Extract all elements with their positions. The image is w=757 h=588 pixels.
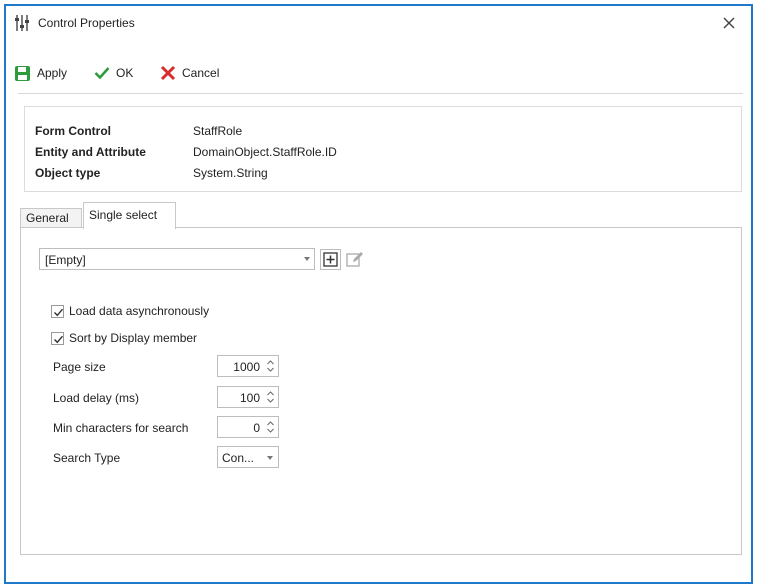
apply-button[interactable]: Apply — [14, 62, 67, 84]
add-data-source-button[interactable] — [320, 249, 341, 270]
data-source-value: [Empty] — [45, 253, 86, 267]
load-delay-label: Load delay (ms) — [53, 391, 140, 405]
info-value: System.String — [193, 166, 268, 180]
info-label: Entity and Attribute — [35, 145, 146, 159]
min-chars-value: 0 — [253, 421, 260, 435]
tab-general[interactable]: General — [20, 208, 82, 228]
ok-button[interactable]: OK — [94, 62, 133, 84]
chevron-down-icon — [267, 456, 273, 460]
control-info-panel: Form Control StaffRole Entity and Attrib… — [24, 106, 742, 192]
check-icon — [54, 335, 64, 343]
load-delay-value: 100 — [239, 391, 260, 405]
toolbar: Apply OK Cancel — [6, 62, 751, 84]
info-value: DomainObject.StaffRole.ID — [193, 145, 337, 159]
checkbox-box[interactable] — [51, 331, 64, 345]
spinner-arrows-icon[interactable] — [266, 359, 275, 373]
search-type-select[interactable]: Con... — [217, 446, 279, 468]
save-icon — [15, 65, 30, 81]
dialog-title: Control Properties — [38, 16, 135, 30]
close-button[interactable] — [718, 12, 740, 34]
sliders-icon — [15, 15, 29, 31]
plus-box-icon — [323, 252, 338, 267]
min-chars-spinner[interactable]: 0 — [217, 416, 279, 438]
checkmark-icon — [94, 67, 110, 80]
cancel-button[interactable]: Cancel — [160, 62, 219, 84]
sort-display-checkbox[interactable]: Sort by Display member — [51, 330, 197, 346]
chevron-down-icon — [304, 257, 310, 261]
info-label: Object type — [35, 166, 101, 180]
info-label: Form Control — [35, 124, 111, 138]
info-value: StaffRole — [193, 124, 243, 138]
search-type-label: Search Type — [53, 451, 121, 465]
load-delay-spinner[interactable]: 100 — [217, 386, 279, 408]
tab-single-select[interactable]: Single select — [83, 202, 176, 229]
apply-label: Apply — [37, 66, 68, 80]
min-chars-label: Min characters for search — [53, 421, 189, 435]
close-icon — [723, 17, 735, 29]
data-source-combobox[interactable]: [Empty] — [39, 248, 315, 270]
title-bar: Control Properties — [6, 6, 751, 36]
cancel-label: Cancel — [182, 66, 220, 80]
search-type-value: Con... — [222, 451, 255, 465]
load-async-label: Load data asynchronously — [69, 304, 210, 318]
sort-display-label: Sort by Display member — [69, 331, 198, 345]
page-size-value: 1000 — [233, 360, 260, 374]
page-size-spinner[interactable]: 1000 — [217, 355, 279, 377]
toolbar-separator — [18, 93, 743, 94]
single-select-panel: [Empty] Load data asynchronously Sort by… — [20, 227, 742, 555]
load-async-checkbox[interactable]: Load data asynchronously — [51, 303, 209, 319]
edit-data-source-button[interactable] — [344, 249, 365, 270]
control-properties-dialog: Control Properties Apply OK Cancel Form … — [4, 4, 753, 584]
check-icon — [54, 308, 64, 316]
page-size-label: Page size — [53, 360, 106, 374]
edit-icon — [346, 252, 363, 267]
checkbox-box[interactable] — [51, 304, 64, 318]
cross-icon — [160, 65, 176, 81]
spinner-arrows-icon[interactable] — [266, 420, 275, 434]
ok-label: OK — [116, 66, 134, 80]
spinner-arrows-icon[interactable] — [266, 390, 275, 404]
